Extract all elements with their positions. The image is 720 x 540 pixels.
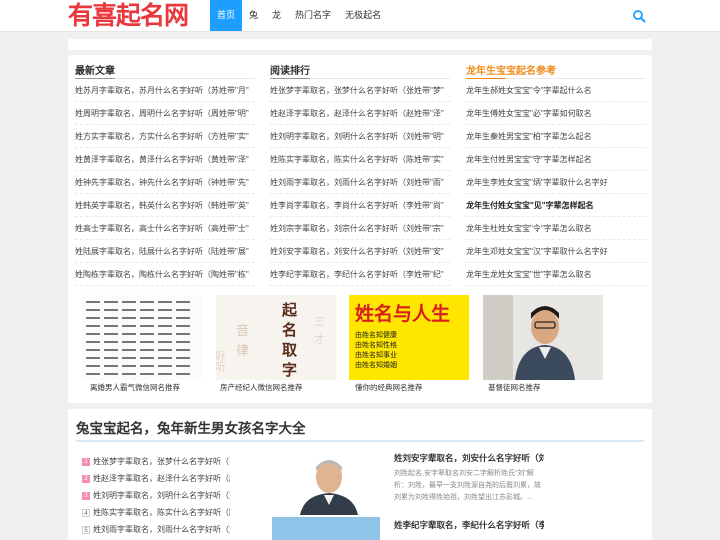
svg-text:音: 音 bbox=[236, 323, 249, 339]
rank-list-item[interactable]: 1 姓张梦字辈取名，张梦什么名字好听（张 bbox=[82, 454, 230, 470]
names-grid-image bbox=[82, 295, 202, 380]
thumb-caption-4[interactable]: 基督徒网名推荐 bbox=[488, 382, 541, 393]
section-divider bbox=[76, 440, 644, 442]
rabbit-section: 兔宝宝起名，兔年新生男女孩名字大全 1 姓张梦字辈取名，张梦什么名字好听（张 2 姓赵… bbox=[68, 409, 652, 540]
nav-wuji-naming[interactable]: 无极起名 bbox=[338, 0, 388, 31]
ranking-list-item[interactable]: 姓刘宗字辈取名，刘宗什么名字好听（刘姓带"宗" bbox=[270, 218, 450, 240]
articles-panel: 最新文章 姓苏月字辈取名，苏月什么名字好听（苏姓带"月" 姓周明字辈取名，周明什么… bbox=[68, 55, 652, 403]
svg-text:名: 名 bbox=[282, 321, 297, 339]
dragon-list-item[interactable]: 龙年生邓姓女宝宝"汉"字辈取什么名字好 bbox=[466, 241, 646, 263]
latest-list-item[interactable]: 姓高士字辈取名，高士什么名字好听（高姓带"士" bbox=[75, 218, 255, 240]
latest-list-item[interactable]: 姓黄泽字辈取名，黄泽什么名字好听（黄姓带"泽" bbox=[75, 149, 255, 171]
nav-dragon[interactable]: 龙 bbox=[265, 0, 288, 31]
dragon-title: 龙年生宝宝起名参考 bbox=[466, 66, 556, 77]
rank-number: 1 bbox=[82, 457, 90, 466]
portrait-image bbox=[483, 295, 603, 380]
latest-list-item[interactable]: 姓陶栋字辈取名，陶栋什么名字好听（陶姓带"栋" bbox=[75, 264, 255, 286]
dragon-list-item[interactable]: 龙年生李姓女宝宝"炳"字辈取什么名字好 bbox=[466, 172, 646, 194]
ranking-list-item[interactable]: 姓张梦字辈取名，张梦什么名字好听（张姓带"梦" bbox=[270, 80, 450, 102]
section-title[interactable]: 兔宝宝起名，兔年新生男女孩名字大全 bbox=[76, 417, 306, 437]
svg-text:字: 字 bbox=[282, 361, 297, 379]
dragon-list-item[interactable]: 龙年生龙姓女宝宝"世"字辈怎么取名 bbox=[466, 264, 646, 286]
thumb-caption-1[interactable]: 离婚男人霸气微信网名推荐 bbox=[90, 382, 180, 393]
rank-list-item[interactable]: 5 姓刘雨字辈取名，刘雨什么名字好听（刘 bbox=[82, 522, 230, 538]
cover-bullet-2: 由姓名知性格 bbox=[355, 342, 397, 349]
ranking-divider bbox=[270, 78, 450, 79]
dragon-divider bbox=[466, 78, 646, 79]
rank-text: 姓陈实字辈取名，陈实什么名字好听（陈 bbox=[93, 508, 230, 517]
svg-text:才: 才 bbox=[314, 332, 325, 346]
nav-rabbit[interactable]: 兔 bbox=[242, 0, 265, 31]
cover-bullets: 由姓名知健康 由姓名知性格 由姓名知事业 由姓名知婚姻 bbox=[355, 331, 397, 371]
site-header: 有喜起名网 首页 兔 龙 热门名字 无极起名 bbox=[0, 0, 720, 32]
rank-list-item[interactable]: 3 姓刘明字辈取名，刘明什么名字好听（刘 bbox=[82, 488, 230, 504]
notice-strip bbox=[68, 39, 652, 50]
cover-title: 姓名与人生 bbox=[355, 303, 451, 325]
cover-bullet-3: 由姓名知事业 bbox=[355, 352, 397, 359]
rank-list-item[interactable]: 4 姓陈实字辈取名，陈实什么名字好听（陈 bbox=[82, 505, 230, 521]
dragon-list-item[interactable]: 龙年生傅姓女宝宝"必"字辈如何取名 bbox=[466, 103, 646, 125]
latest-list-item[interactable]: 姓陆展字辈取名，陆展什么名字好听（陆姓带"展" bbox=[75, 241, 255, 263]
latest-list-item[interactable]: 姓苏月字辈取名，苏月什么名字好听（苏姓带"月" bbox=[75, 80, 255, 102]
dragon-list-item[interactable]: 龙年生秦姓男宝宝"柏"字辈怎么起名 bbox=[466, 126, 646, 148]
thumb-names-list[interactable] bbox=[82, 295, 202, 380]
search-icon[interactable] bbox=[632, 9, 646, 23]
svg-text:起: 起 bbox=[281, 301, 298, 319]
dragon-list-item[interactable]: 龙年生郝姓女宝宝"令"字辈起什么名 bbox=[466, 80, 646, 102]
book-cover-image: 音 律 好听 三 才 起 名 取 字 bbox=[216, 295, 336, 380]
ranking-list-item[interactable]: 姓刘雨字辈取名，刘雨什么名字好听（刘姓带"雨" bbox=[270, 172, 450, 194]
cover-bullet-1: 由姓名知健康 bbox=[355, 332, 397, 339]
thumb-caption-2[interactable]: 房产经纪人微信网名推荐 bbox=[220, 382, 303, 393]
rank-number: 4 bbox=[82, 508, 90, 517]
latest-divider bbox=[75, 78, 255, 79]
cover-bullet-4: 由姓名知婚姻 bbox=[355, 362, 397, 369]
svg-text:律: 律 bbox=[236, 344, 249, 359]
rank-number: 3 bbox=[82, 491, 90, 500]
ranking-list-item[interactable]: 姓刘安字辈取名，刘安什么名字好听（刘姓带"安" bbox=[270, 241, 450, 263]
article-1-title[interactable]: 姓刘安字辈取名，刘安什么名字好听（刘 bbox=[394, 452, 544, 464]
rank-number: 2 bbox=[82, 474, 90, 483]
latest-list-item[interactable]: 姓韩英字辈取名，韩英什么名字好听（韩姓带"英" bbox=[75, 195, 255, 217]
svg-text:取: 取 bbox=[282, 341, 298, 359]
nav-home[interactable]: 首页 bbox=[210, 0, 243, 31]
ranking-list-item[interactable]: 姓李纪字辈取名，李纪什么名字好听（李姓带"纪" bbox=[270, 264, 450, 286]
latest-list-item[interactable]: 姓方实字辈取名，方实什么名字好听（方姓带"实" bbox=[75, 126, 255, 148]
rank-list-item[interactable]: 2 姓赵泽字辈取名，赵泽什么名字好听（赵 bbox=[82, 471, 230, 487]
rank-number: 5 bbox=[82, 525, 90, 534]
dragon-list-item[interactable]: 龙年生付姓男宝宝"守"字辈怎样起名 bbox=[466, 149, 646, 171]
svg-text:好听: 好听 bbox=[216, 349, 227, 372]
svg-text:三: 三 bbox=[314, 315, 325, 328]
site-logo[interactable]: 有喜起名网 bbox=[68, 2, 189, 30]
ranking-list-item[interactable]: 姓刘明字辈取名，刘明什么名字好听（刘姓带"明" bbox=[270, 126, 450, 148]
rank-text: 姓刘明字辈取名，刘明什么名字好听（刘 bbox=[93, 491, 230, 500]
latest-list-item[interactable]: 姓钟先字辈取名，钟先什么名字好听（钟姓带"先" bbox=[75, 172, 255, 194]
dragon-list-item[interactable]: 龙年生付姓女宝宝"见"字辈怎样起名 bbox=[466, 195, 646, 217]
ranking-list-item[interactable]: 姓赵泽字辈取名，赵泽什么名字好听（赵姓带"泽" bbox=[270, 103, 450, 125]
nav-hot-names[interactable]: 热门名字 bbox=[288, 0, 338, 31]
thumb-caption-3[interactable]: 懂你的经典网名推荐 bbox=[355, 382, 423, 393]
thumb-name-and-life[interactable]: 姓名与人生 由姓名知健康 由姓名知性格 由姓名知事业 由姓名知婚姻 bbox=[349, 295, 469, 380]
article-thumb-2[interactable] bbox=[272, 517, 380, 540]
main-nav: 首页 兔 龙 热门名字 无极起名 bbox=[210, 0, 388, 31]
rank-text: 姓张梦字辈取名，张梦什么名字好听（张 bbox=[93, 457, 230, 466]
latest-list-item[interactable]: 姓周明字辈取名，周明什么名字好听（周姓带"明" bbox=[75, 103, 255, 125]
latest-title: 最新文章 bbox=[75, 66, 115, 77]
article-portrait-1[interactable] bbox=[290, 451, 368, 515]
ranking-title: 阅读排行 bbox=[270, 66, 310, 77]
rank-text: 姓赵泽字辈取名，赵泽什么名字好听（赵 bbox=[93, 474, 230, 483]
article-2-title[interactable]: 姓李纪字辈取名，李纪什么名字好听（李 bbox=[394, 519, 544, 531]
article-1-desc: 刘姓起名,安字辈取名刘安二字解析姓氏"刘"解析：刘姓，最早一支刘姓源自尧的后裔刘… bbox=[394, 470, 541, 501]
rank-text: 姓刘雨字辈取名，刘雨什么名字好听（刘 bbox=[93, 525, 230, 534]
thumb-portrait[interactable] bbox=[483, 295, 603, 380]
thumb-book-cover[interactable]: 音 律 好听 三 才 起 名 取 字 bbox=[216, 295, 336, 380]
dragon-list-item[interactable]: 龙年生杜姓女宝宝"令"字辈怎么取名 bbox=[466, 218, 646, 240]
ranking-list-item[interactable]: 姓李尚字辈取名，李尚什么名字好听（李姓带"尚" bbox=[270, 195, 450, 217]
ranking-list-item[interactable]: 姓陈实字辈取名，陈实什么名字好听（陈姓带"实" bbox=[270, 149, 450, 171]
